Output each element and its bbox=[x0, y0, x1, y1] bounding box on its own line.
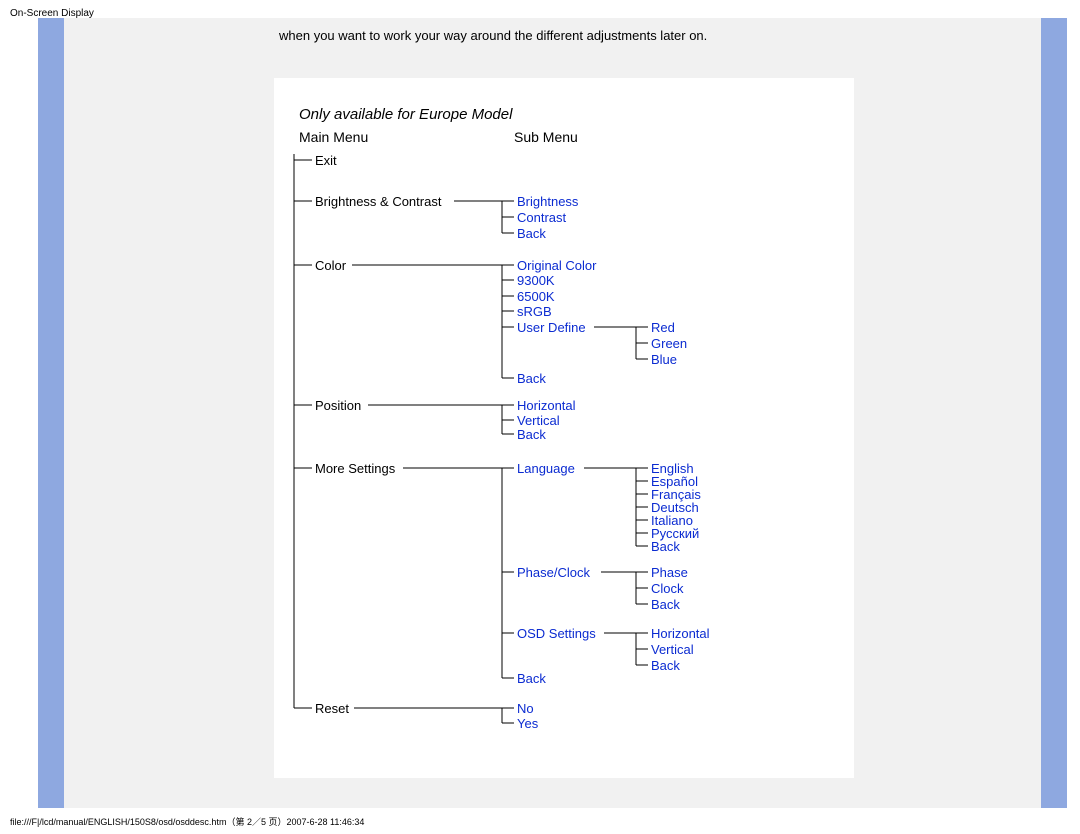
sub-brightness: Brightness bbox=[517, 194, 578, 209]
main-exit: Exit bbox=[315, 153, 337, 168]
reset-yes: Yes bbox=[517, 716, 538, 731]
sub-back-4: Back bbox=[517, 671, 546, 686]
main-brightness-contrast: Brightness & Contrast bbox=[315, 194, 441, 209]
left-decorative-bar bbox=[38, 18, 64, 808]
sub-language: Language bbox=[517, 461, 575, 476]
sub-user-define: User Define bbox=[517, 320, 586, 335]
sub-back-2: Back bbox=[517, 371, 546, 386]
pc-clock: Clock bbox=[651, 581, 684, 596]
osd-back: Back bbox=[651, 658, 680, 673]
sub-vertical-1: Vertical bbox=[517, 413, 560, 428]
main-reset: Reset bbox=[315, 701, 349, 716]
intro-text: when you want to work your way around th… bbox=[279, 28, 707, 43]
content-area: when you want to work your way around th… bbox=[64, 18, 1041, 808]
pc-phase: Phase bbox=[651, 565, 688, 580]
sub-phase-clock: Phase/Clock bbox=[517, 565, 590, 580]
right-decorative-bar bbox=[1041, 18, 1067, 808]
sub-osd-settings: OSD Settings bbox=[517, 626, 596, 641]
main-position: Position bbox=[315, 398, 361, 413]
reset-no: No bbox=[517, 701, 534, 716]
sub-original-color: Original Color bbox=[517, 258, 596, 273]
sub-9300k: 9300K bbox=[517, 273, 555, 288]
sub-back-3: Back bbox=[517, 427, 546, 442]
sub-contrast: Contrast bbox=[517, 210, 566, 225]
sub-green: Green bbox=[651, 336, 687, 351]
pc-back: Back bbox=[651, 597, 680, 612]
tree-lines bbox=[274, 78, 854, 778]
sub-srgb: sRGB bbox=[517, 304, 552, 319]
lang-back: Back bbox=[651, 539, 680, 554]
osd-horizontal: Horizontal bbox=[651, 626, 710, 641]
main-more-settings: More Settings bbox=[315, 461, 395, 476]
sub-back-1: Back bbox=[517, 226, 546, 241]
sub-red: Red bbox=[651, 320, 675, 335]
osd-tree-diagram: Only available for Europe Model Main Men… bbox=[274, 78, 854, 778]
sub-blue: Blue bbox=[651, 352, 677, 367]
osd-vertical: Vertical bbox=[651, 642, 694, 657]
sub-6500k: 6500K bbox=[517, 289, 555, 304]
main-color: Color bbox=[315, 258, 346, 273]
footer-path: file:///F|/lcd/manual/ENGLISH/150S8/osd/… bbox=[10, 815, 364, 828]
sub-horizontal-1: Horizontal bbox=[517, 398, 576, 413]
